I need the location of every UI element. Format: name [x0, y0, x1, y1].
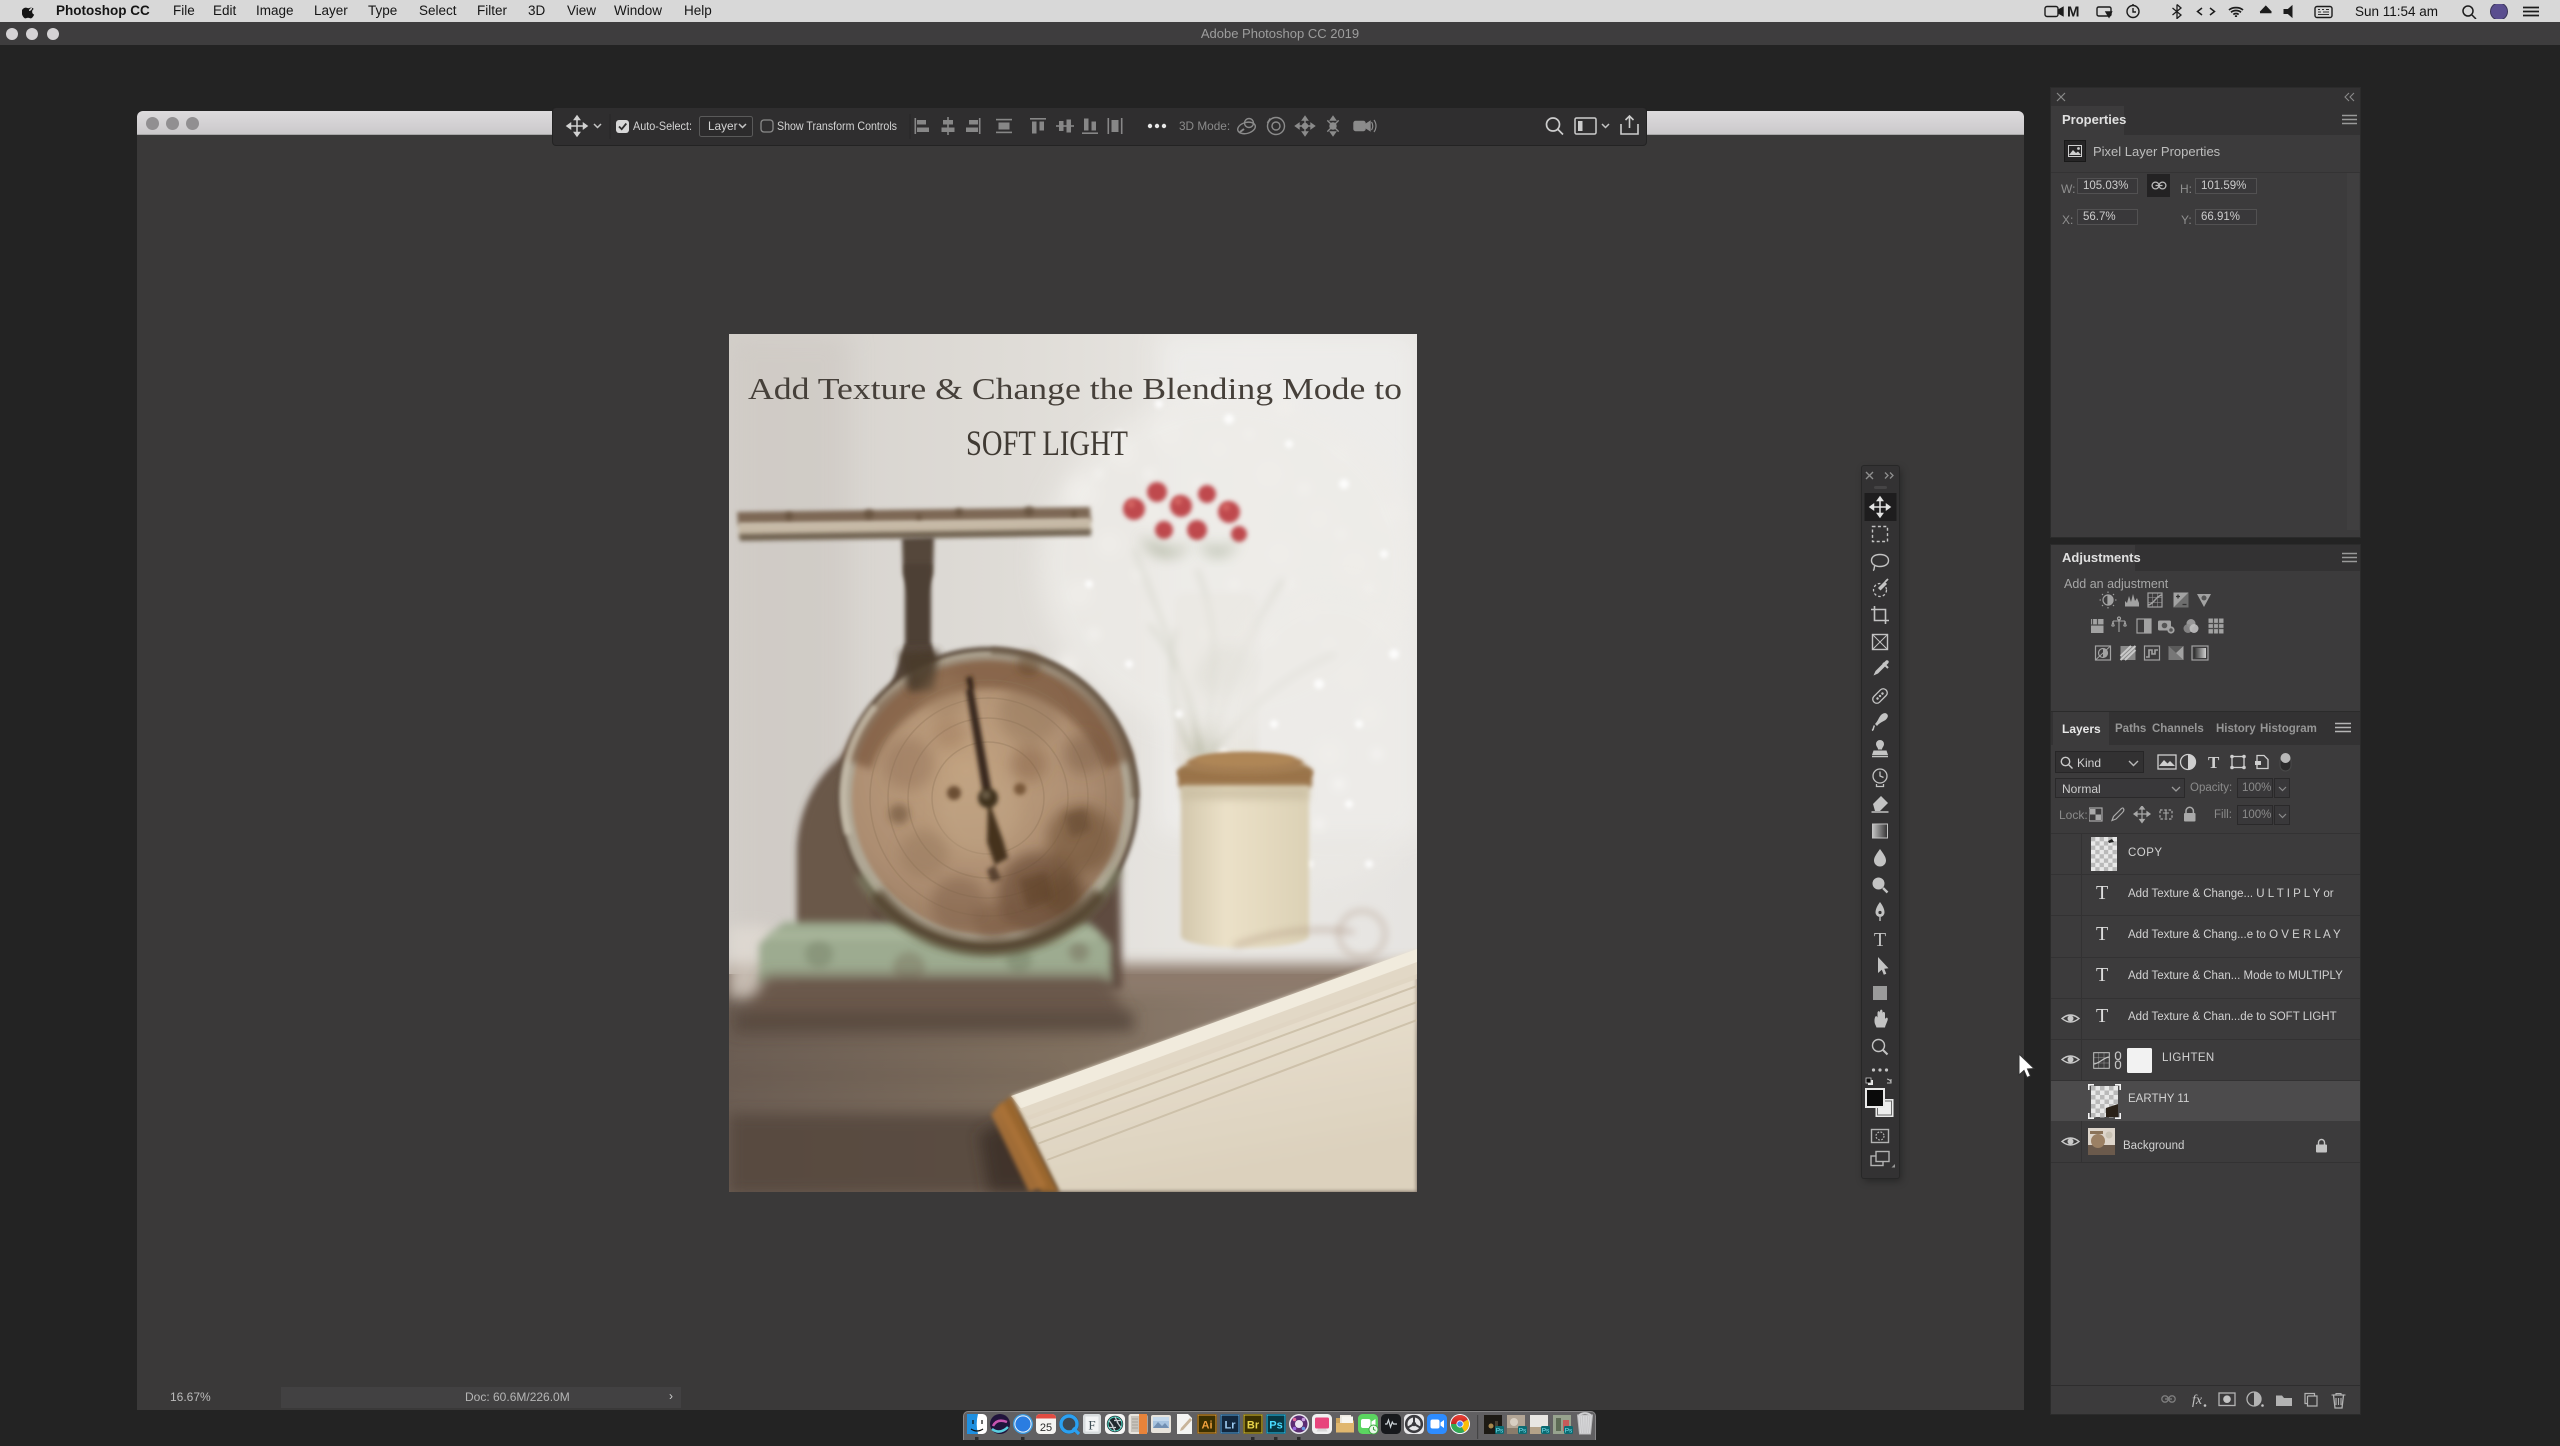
svg-text:T: T [2208, 753, 2220, 771]
svg-text:Ps: Ps [1496, 1428, 1504, 1435]
svg-text:Ps: Ps [1269, 1420, 1282, 1432]
svg-text:3D Mode:: 3D Mode: [1179, 119, 1230, 133]
svg-text:Layer: Layer [708, 119, 738, 133]
svg-text:Ai: Ai [1202, 1420, 1213, 1432]
svg-text:T: T [1874, 929, 1886, 951]
svg-text:M: M [2067, 4, 2080, 19]
svg-text:Show Transform Controls: Show Transform Controls [777, 119, 897, 133]
svg-text:Ps: Ps [1519, 1428, 1527, 1435]
svg-text:Ps: Ps [1565, 1428, 1573, 1435]
svg-text:25: 25 [1040, 1422, 1052, 1434]
svg-text:SOFT LIGHT: SOFT LIGHT [966, 423, 1128, 463]
svg-text:Br: Br [1247, 1420, 1260, 1432]
svg-text:Lr: Lr [1225, 1420, 1237, 1432]
svg-text:Sun 11:54 am: Sun 11:54 am [2355, 4, 2438, 19]
svg-text:Ps: Ps [1542, 1428, 1550, 1435]
svg-text:Auto-Select:: Auto-Select: [633, 119, 692, 133]
svg-text:Add Texture & Change the Blend: Add Texture & Change the Blending Mode t… [748, 371, 1402, 406]
svg-text:fx: fx [2192, 1393, 2203, 1408]
svg-text:F: F [1088, 1418, 1095, 1433]
